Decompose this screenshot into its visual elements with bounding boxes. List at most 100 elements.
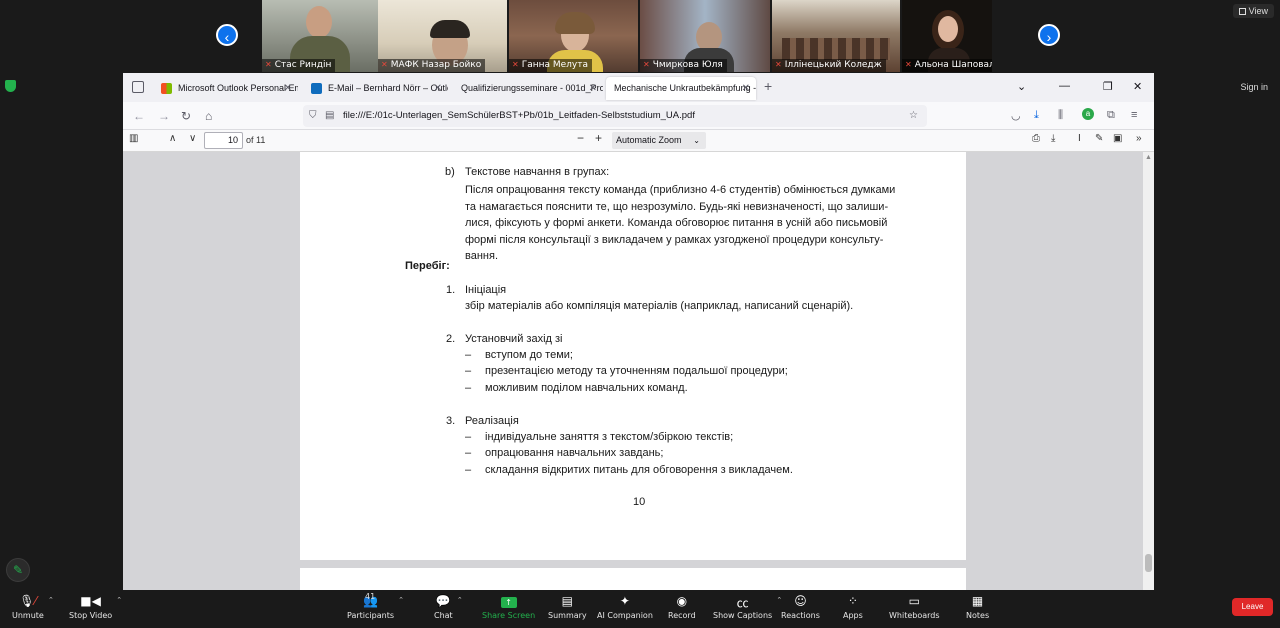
mic-muted-icon: ✕ (265, 60, 272, 69)
paragraph-b: b) Текстове навчання в групах: Після опр… (445, 166, 911, 264)
whiteboards-button[interactable]: ▭ Whiteboards (889, 594, 940, 620)
chevron-up-icon[interactable]: ⌃ (116, 596, 122, 604)
participant-name: ✕ Ганна Мелута (509, 59, 592, 72)
image-tool-icon[interactable]: ▣ (1113, 133, 1122, 144)
item-title: Ініціація (465, 284, 507, 296)
scrollbar-thumb[interactable] (1145, 554, 1152, 572)
participant-tile[interactable]: ✕ Ганна Мелута (509, 0, 638, 72)
share-screen-button[interactable]: ↑ Share Screen (482, 594, 535, 620)
apps-button[interactable]: ⁘ Apps (843, 594, 863, 620)
zoom-in-icon[interactable]: + (595, 131, 602, 145)
home-icon[interactable]: ⌂ (205, 109, 212, 123)
participant-tile[interactable]: ✕ Чмиркова Юля (640, 0, 770, 72)
tab-outlook-mail[interactable]: E-Mail – Bernhard Nörr – Outlook ✕ (303, 77, 448, 100)
reactions-button[interactable]: ☺ Reactions (781, 594, 820, 620)
security-shield-icon[interactable] (5, 80, 16, 92)
tab-outlook-personal[interactable]: Microsoft Outlook Personal Email ✕ (153, 77, 298, 100)
reload-icon[interactable]: ↻ (181, 109, 191, 123)
mic-muted-icon: ✕ (905, 60, 912, 69)
zoom-out-icon[interactable]: − (577, 131, 584, 145)
leave-button[interactable]: Leave (1232, 598, 1273, 616)
notes-button[interactable]: ▦ Notes (966, 594, 989, 620)
tab-bar: Microsoft Outlook Personal Email ✕ E-Mai… (123, 73, 1154, 102)
view-button[interactable]: View (1232, 4, 1274, 18)
library-icon[interactable]: ⫼ (1058, 109, 1063, 122)
participant-tile[interactable]: ✕ МАФК Назар Бойко (378, 0, 507, 72)
page-icon[interactable]: ▤ (325, 105, 334, 127)
reactions-icon: ☺ (794, 594, 807, 608)
tab-mechanische-unkrautbekaempfung[interactable]: Mechanische Unkrautbekämpfung - L ✕ (606, 77, 756, 100)
menu-icon[interactable]: ≡ (1131, 109, 1137, 121)
draw-tool-icon[interactable]: ✎ (1095, 133, 1103, 144)
participant-name: ✕ Стас Риндін (262, 59, 336, 72)
scroll-up-icon[interactable]: ▲ (1145, 154, 1152, 161)
record-button[interactable]: ◉ Record (668, 594, 696, 620)
url-text: file:///E:/01c-Unterlagen_SemSchülerBST+… (343, 110, 695, 121)
participant-tile[interactable]: ✕ Альона Шаповал (902, 0, 992, 72)
chevron-left-icon[interactable]: ‹ (216, 24, 238, 46)
microsoft-favicon-icon (161, 83, 172, 94)
chat-button[interactable]: 💬 Chat ⌃ (434, 594, 463, 620)
forward-icon[interactable]: → (158, 109, 170, 123)
participants-button[interactable]: 👥 41 Participants ⌃ (347, 592, 404, 620)
stop-video-button[interactable]: ■◀ Stop Video ⌃ (69, 594, 122, 620)
extensions-icon[interactable]: ⧉ (1107, 109, 1115, 122)
participant-tile[interactable]: ✕ Іллінецький Коледж (772, 0, 900, 72)
chevron-right-icon[interactable]: › (1038, 24, 1060, 46)
participants-icon: 👥 41 (363, 592, 378, 608)
navigation-bar: ← → ↻ ⌂ ⛉ ▤ file:///E:/01c-Unterlagen_Se… (123, 102, 1154, 130)
unmute-button[interactable]: 🎙⁄ Unmute ⌃ (12, 594, 54, 620)
pocket-icon[interactable]: ◡ (1011, 109, 1021, 122)
b-line: вання. (465, 250, 498, 263)
chevron-up-icon[interactable]: ⌃ (48, 596, 54, 604)
tab-list-icon[interactable] (132, 81, 144, 93)
zoom-select[interactable]: Automatic Zoom ⌄ (612, 132, 706, 149)
chevron-up-icon[interactable]: ⌃ (457, 596, 463, 604)
chat-icon: 💬 (435, 594, 451, 608)
bullet-text: вступом до теми; (485, 349, 573, 361)
show-captions-button[interactable]: ㏄ Show Captions ⌃ (713, 594, 782, 620)
b-line: Після опрацювання тексту команда (прибли… (465, 184, 896, 197)
url-bar[interactable]: ⛉ ▤ file:///E:/01c-Unterlagen_SemSchüler… (303, 105, 927, 127)
mic-muted-icon: ✕ (643, 60, 650, 69)
account-icon[interactable]: a (1082, 108, 1094, 120)
back-icon[interactable]: ← (133, 109, 145, 123)
outlook-favicon-icon (311, 83, 322, 94)
sidebar-toggle-icon[interactable]: ▥ (129, 133, 138, 144)
bookmark-star-icon[interactable]: ☆ (909, 105, 918, 127)
text-tool-icon[interactable]: I (1078, 133, 1081, 144)
restore-icon[interactable]: ❐ (1103, 80, 1113, 93)
more-tools-icon[interactable]: » (1136, 133, 1142, 144)
print-icon[interactable]: ⎙ (1032, 133, 1040, 144)
new-tab-icon[interactable]: + (764, 78, 772, 94)
mic-muted-icon: ✕ (381, 60, 388, 69)
download-icon[interactable]: ⤓ (1034, 109, 1039, 122)
participant-tile[interactable]: ✕ Стас Риндін (262, 0, 389, 72)
video-camera-icon: ■◀ (80, 594, 101, 608)
bullet-text: можливим поділом навчальних команд. (485, 382, 688, 394)
chevron-up-icon[interactable]: ⌃ (398, 596, 404, 604)
participant-name: ✕ Чмиркова Юля (640, 59, 727, 72)
close-window-icon[interactable]: ✕ (1133, 80, 1142, 93)
b-title: Текстове навчання в групах: (465, 166, 610, 178)
tab-qualifizierungsseminare[interactable]: Qualifizierungsseminare - 001d_Pro ✕ (453, 77, 603, 100)
annotate-pencil-icon[interactable]: ✎ (6, 558, 30, 582)
close-tab-icon[interactable]: ✕ (742, 77, 750, 100)
bullet-dash: – (465, 464, 472, 476)
participant-name: ✕ Іллінецький Коледж (772, 59, 886, 72)
minimize-icon[interactable]: — (1059, 80, 1070, 92)
mic-muted-icon: ✕ (775, 60, 782, 69)
save-icon[interactable]: ⤓ (1051, 133, 1055, 144)
next-page-icon[interactable]: ∨ (189, 133, 196, 144)
shield-icon[interactable]: ⛉ (309, 105, 317, 127)
ai-companion-button[interactable]: ✦ AI Companion (597, 594, 653, 620)
summary-button[interactable]: ▤ Summary (548, 594, 587, 620)
vertical-scrollbar[interactable]: ▲ (1143, 152, 1154, 590)
page-number-input[interactable]: 10 (204, 132, 243, 149)
close-tab-icon[interactable]: ✕ (589, 77, 597, 100)
close-tab-icon[interactable]: ✕ (284, 77, 292, 100)
chevron-down-icon[interactable]: ⌄ (1017, 80, 1026, 93)
sign-in-link[interactable]: Sign in (1240, 82, 1268, 92)
close-tab-icon[interactable]: ✕ (434, 77, 442, 100)
previous-page-icon[interactable]: ∧ (169, 133, 176, 144)
